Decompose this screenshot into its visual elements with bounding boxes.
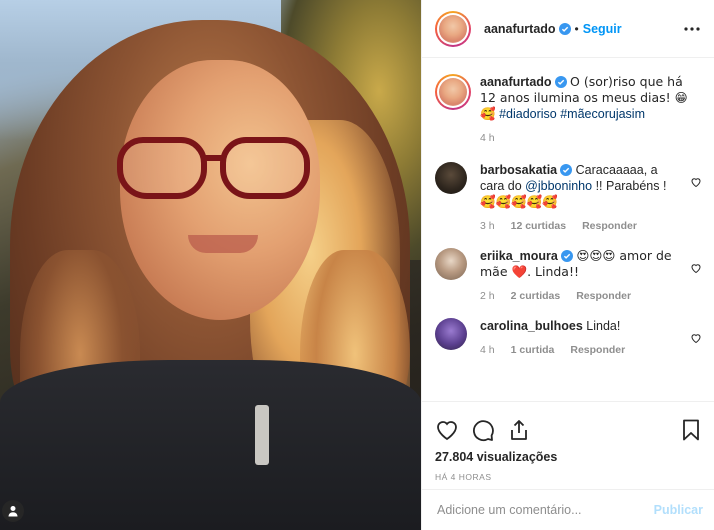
comment-emojis: 🥰🥰🥰🥰🥰: [480, 194, 558, 209]
header-separator: •: [574, 21, 579, 36]
post-photo[interactable]: [0, 0, 421, 530]
bookmark-icon[interactable]: [679, 418, 703, 442]
reply-button[interactable]: Responder: [576, 288, 631, 304]
heart-icon[interactable]: [690, 332, 702, 344]
user-tag-icon[interactable]: [2, 500, 24, 522]
header-user: aanafurtado • Seguir: [484, 22, 622, 36]
comment-item: eriika_moura 😍😍😍 amor de mãe ❤️. Linda!!…: [435, 248, 702, 304]
commenter-avatar[interactable]: [435, 318, 467, 350]
post-timestamp[interactable]: HÁ 4 HORAS: [435, 472, 703, 482]
commenter-avatar[interactable]: [435, 248, 467, 280]
comment-time[interactable]: 2 h: [480, 288, 495, 304]
caption-avatar[interactable]: [435, 74, 471, 110]
heart-icon[interactable]: [690, 176, 702, 188]
caption-username[interactable]: aanafurtado: [480, 75, 552, 89]
post-side-panel: aanafurtado • Seguir aanafurtado O (sor)…: [421, 0, 714, 530]
post-actions: 27.804 visualizações HÁ 4 HORAS: [422, 401, 714, 482]
share-icon[interactable]: [507, 418, 531, 442]
comment-time[interactable]: 3 h: [480, 218, 495, 234]
verified-icon: [560, 164, 573, 176]
comment-likes[interactable]: 1 curtida: [511, 342, 555, 358]
comments-list[interactable]: aanafurtado O (sor)riso que há 12 anos i…: [422, 58, 714, 401]
hashtag-link[interactable]: #diadoriso: [499, 107, 557, 121]
heart-icon[interactable]: [435, 418, 459, 442]
comment-time[interactable]: 4 h: [480, 342, 495, 358]
comment-likes[interactable]: 2 curtidas: [511, 288, 561, 304]
commenter-username[interactable]: eriika_moura: [480, 249, 558, 263]
author-avatar[interactable]: [435, 10, 471, 47]
header-username[interactable]: aanafurtado: [484, 22, 556, 36]
post-header: aanafurtado • Seguir: [422, 0, 714, 58]
views-count[interactable]: 27.804 visualizações: [435, 450, 703, 464]
verified-icon: [558, 22, 571, 35]
comment-item: barbosakatia Caracaaaaa, a cara do @jbbo…: [435, 162, 702, 234]
instagram-post: aanafurtado • Seguir aanafurtado O (sor)…: [0, 0, 714, 530]
comment-text: Linda!: [586, 319, 621, 333]
commenter-avatar[interactable]: [435, 162, 467, 194]
publish-button[interactable]: Publicar: [654, 503, 703, 517]
comment-icon[interactable]: [471, 418, 495, 442]
caption-time[interactable]: 4 h: [480, 130, 495, 146]
comment-text: !! Parabéns !: [592, 179, 667, 193]
reply-button[interactable]: Responder: [582, 218, 637, 234]
comment-input[interactable]: [437, 503, 654, 517]
verified-icon: [554, 76, 567, 88]
action-icons: [435, 410, 703, 450]
photo-smile: [188, 235, 258, 253]
heart-icon[interactable]: [690, 262, 702, 274]
commenter-username[interactable]: barbosakatia: [480, 163, 557, 177]
comment-likes[interactable]: 12 curtidas: [511, 218, 566, 234]
verified-icon: [560, 250, 573, 262]
photo-glasses: [117, 137, 312, 202]
reply-button[interactable]: Responder: [570, 342, 625, 358]
photo-jacket: [0, 360, 421, 530]
caption: aanafurtado O (sor)riso que há 12 anos i…: [435, 74, 702, 146]
hashtag-link[interactable]: #mãecorujasim: [560, 107, 645, 121]
more-options-icon[interactable]: [682, 19, 702, 39]
photo-zipper: [255, 405, 269, 465]
follow-button[interactable]: Seguir: [583, 22, 622, 36]
mention-link[interactable]: @jbboninho: [525, 179, 592, 193]
add-comment-bar: Publicar: [422, 489, 714, 530]
commenter-username[interactable]: carolina_bulhoes: [480, 319, 583, 333]
comment-item: carolina_bulhoes Linda! 4 h 1 curtida Re…: [435, 318, 702, 358]
